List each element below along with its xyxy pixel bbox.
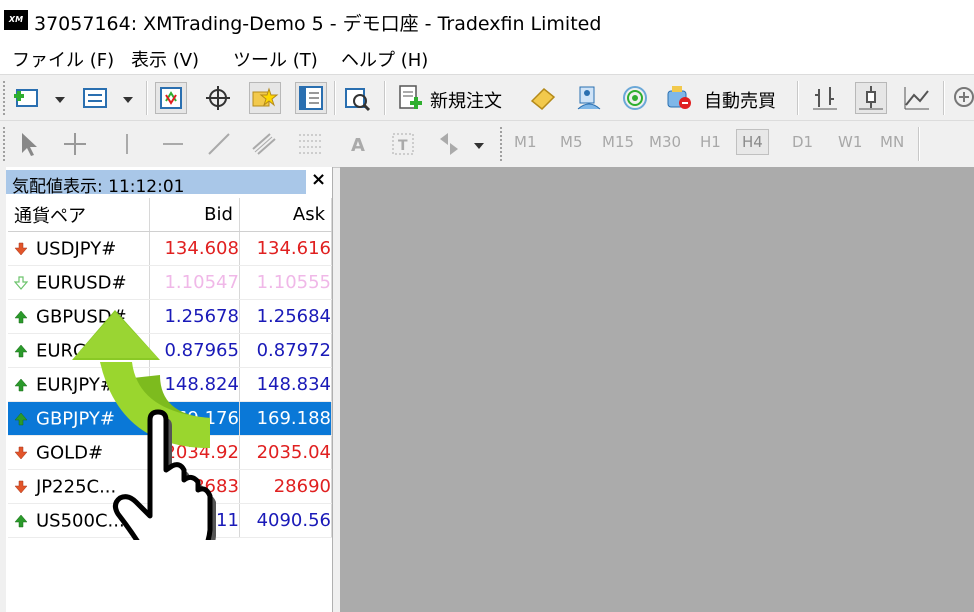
signals-icon[interactable]: [620, 83, 650, 113]
toolbar-separator: [384, 81, 386, 115]
bid-cell[interactable]: 134.608: [149, 231, 240, 266]
autotrading-button[interactable]: 自動売買: [704, 87, 776, 113]
line-chart-icon[interactable]: [902, 83, 932, 113]
text-label-icon[interactable]: T: [388, 129, 418, 159]
up-arrow-icon: [8, 408, 36, 429]
new-order-icon[interactable]: [395, 83, 425, 113]
svg-text:T: T: [398, 138, 408, 154]
timeframe-m5[interactable]: M5: [560, 133, 583, 151]
toolbar-grip[interactable]: [3, 81, 8, 115]
table-row[interactable]: USDJPY# 134.608 134.616: [8, 231, 333, 266]
chart-workspace[interactable]: [340, 167, 974, 612]
timeframe-h1[interactable]: H1: [700, 133, 721, 151]
fibonacci-retracement-icon[interactable]: [296, 129, 326, 159]
profiles-dropdown-icon[interactable]: [123, 97, 133, 103]
strategy-tester-icon[interactable]: [342, 83, 372, 113]
toolbar-separator: [146, 81, 148, 115]
vertical-line-icon[interactable]: [112, 129, 142, 159]
new-chart-icon[interactable]: [12, 83, 42, 113]
close-icon[interactable]: ×: [311, 169, 326, 190]
menu-bar: ファイル (F) 表示 (V) ツール (T) ヘルプ (H): [0, 40, 974, 74]
neutral-arrow-icon: [8, 272, 36, 293]
column-header-ask[interactable]: Ask: [239, 198, 333, 232]
horizontal-line-icon[interactable]: [158, 129, 188, 159]
menu-help[interactable]: ヘルプ (H): [341, 46, 428, 72]
title-bar: XM 37057164: XMTrading-Demo 5 - デモ口座 - T…: [0, 0, 974, 40]
up-arrow-icon: [8, 340, 36, 361]
toolbar-separator: [797, 81, 799, 115]
green-arrow-icon: [72, 310, 210, 448]
toolbar-separator: [334, 81, 336, 115]
trendline-icon[interactable]: [204, 129, 234, 159]
table-header-row: 通貨ペア Bid Ask: [8, 198, 333, 232]
pointer-overlay: [72, 310, 216, 540]
timeframe-d1[interactable]: D1: [792, 133, 813, 151]
timeframe-m15[interactable]: M15: [602, 133, 634, 151]
text-tool-icon[interactable]: A: [342, 129, 372, 159]
symbol-name: EURUSD#: [36, 272, 127, 294]
terminal-icon[interactable]: [295, 82, 327, 114]
standard-toolbar: 新規注文 自動売買: [0, 74, 974, 121]
symbol-name: USDJPY#: [36, 238, 117, 260]
ask-cell[interactable]: 1.10555: [239, 265, 333, 300]
symbol-cell[interactable]: USDJPY#: [8, 231, 150, 266]
timeframe-m30[interactable]: M30: [649, 133, 681, 151]
column-header-symbol[interactable]: 通貨ペア: [8, 198, 150, 232]
new-chart-dropdown-icon[interactable]: [55, 97, 65, 103]
market-watch-toggle-icon[interactable]: [155, 82, 187, 114]
profiles-icon[interactable]: [80, 83, 110, 113]
zoom-in-icon[interactable]: [950, 83, 974, 113]
arrows-dropdown-icon[interactable]: [474, 143, 484, 149]
table-row[interactable]: EURUSD# 1.10547 1.10555: [8, 265, 333, 300]
new-order-button[interactable]: 新規注文: [430, 87, 502, 113]
equidistant-channel-icon[interactable]: [250, 129, 280, 159]
column-header-bid[interactable]: Bid: [149, 198, 240, 232]
candlestick-chart-icon[interactable]: [855, 82, 887, 114]
crosshair-icon[interactable]: [60, 129, 90, 159]
menu-file[interactable]: ファイル (F): [12, 46, 114, 72]
window-title: 37057164: XMTrading-Demo 5 - デモ口座 - Trad…: [34, 13, 602, 35]
bid-cell[interactable]: 1.10547: [149, 265, 240, 300]
toolbar-grip[interactable]: [3, 127, 8, 161]
autotrading-icon[interactable]: [664, 83, 694, 113]
timeframe-w1[interactable]: W1: [838, 133, 862, 151]
menu-view[interactable]: 表示 (V): [131, 46, 199, 72]
market-watch-title: 気配値表示: 11:12:01: [12, 177, 185, 197]
menu-tools[interactable]: ツール (T): [233, 46, 318, 72]
up-arrow-icon: [8, 510, 36, 531]
arrows-icon[interactable]: [434, 129, 464, 159]
svg-text:A: A: [351, 135, 365, 156]
down-arrow-icon: [8, 442, 36, 463]
metaeditor-icon[interactable]: [528, 83, 558, 113]
up-arrow-icon: [8, 374, 36, 395]
timeframe-h4[interactable]: H4: [736, 129, 769, 155]
cursor-icon[interactable]: [14, 129, 44, 159]
toolbar-separator: [943, 81, 945, 115]
toolbar-separator: [918, 127, 920, 161]
line-studies-toolbar: A T M1 M5 M15 M30 H1 H4 D1 W1 MN: [0, 120, 974, 168]
timeframe-mn[interactable]: MN: [880, 133, 904, 151]
down-arrow-icon: [8, 476, 36, 497]
crosshair-data-window-icon[interactable]: [203, 83, 233, 113]
market-watch-header: 気配値表示: 11:12:01: [6, 170, 306, 197]
toolbar-grip[interactable]: [500, 127, 505, 161]
navigator-icon[interactable]: [249, 82, 281, 114]
mql5-community-icon[interactable]: [574, 83, 604, 113]
bar-chart-icon[interactable]: [810, 83, 840, 113]
ask-cell[interactable]: 134.616: [239, 231, 333, 266]
symbol-cell[interactable]: EURUSD#: [8, 265, 150, 300]
down-arrow-icon: [8, 238, 36, 259]
app-logo-icon: XM: [4, 10, 28, 30]
timeframe-m1[interactable]: M1: [514, 133, 537, 151]
up-arrow-icon: [8, 306, 36, 327]
